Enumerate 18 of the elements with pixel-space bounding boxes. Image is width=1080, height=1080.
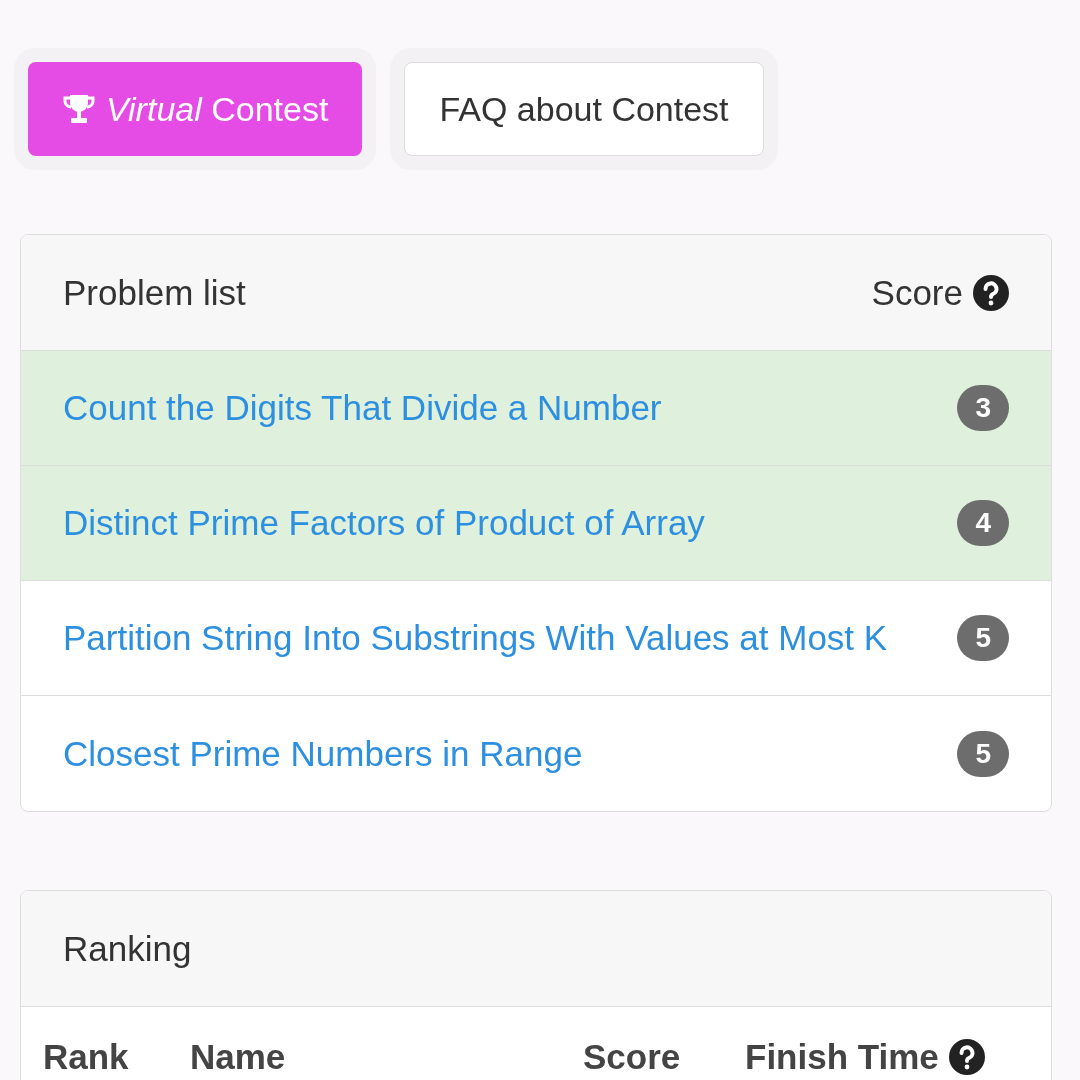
problem-link[interactable]: Closest Prime Numbers in Range xyxy=(63,733,583,774)
column-heading: Name xyxy=(190,1037,287,1077)
score-badge: 4 xyxy=(957,500,1009,546)
score-badge: 3 xyxy=(957,385,1009,431)
help-icon[interactable] xyxy=(973,274,1009,311)
column-heading: Rank xyxy=(43,1037,130,1077)
column-heading: Finish Time xyxy=(745,1037,939,1077)
score-badge: 5 xyxy=(957,730,1009,777)
trophy-icon xyxy=(62,93,96,125)
problem-link[interactable]: Distinct Prime Factors of Product of Array xyxy=(63,503,705,543)
column-heading: Score xyxy=(583,1037,682,1077)
help-icon[interactable] xyxy=(948,1039,985,1075)
panel-title: Ranking xyxy=(63,928,192,969)
score-heading: Score xyxy=(871,272,963,313)
score-badge: 5 xyxy=(957,615,1009,661)
problem-link[interactable]: Count the Digits That Divide a Number xyxy=(63,388,662,428)
problem-link[interactable]: Partition String Into Substrings With Values at Most K xyxy=(63,618,888,658)
panel-title: Problem list xyxy=(63,272,246,313)
